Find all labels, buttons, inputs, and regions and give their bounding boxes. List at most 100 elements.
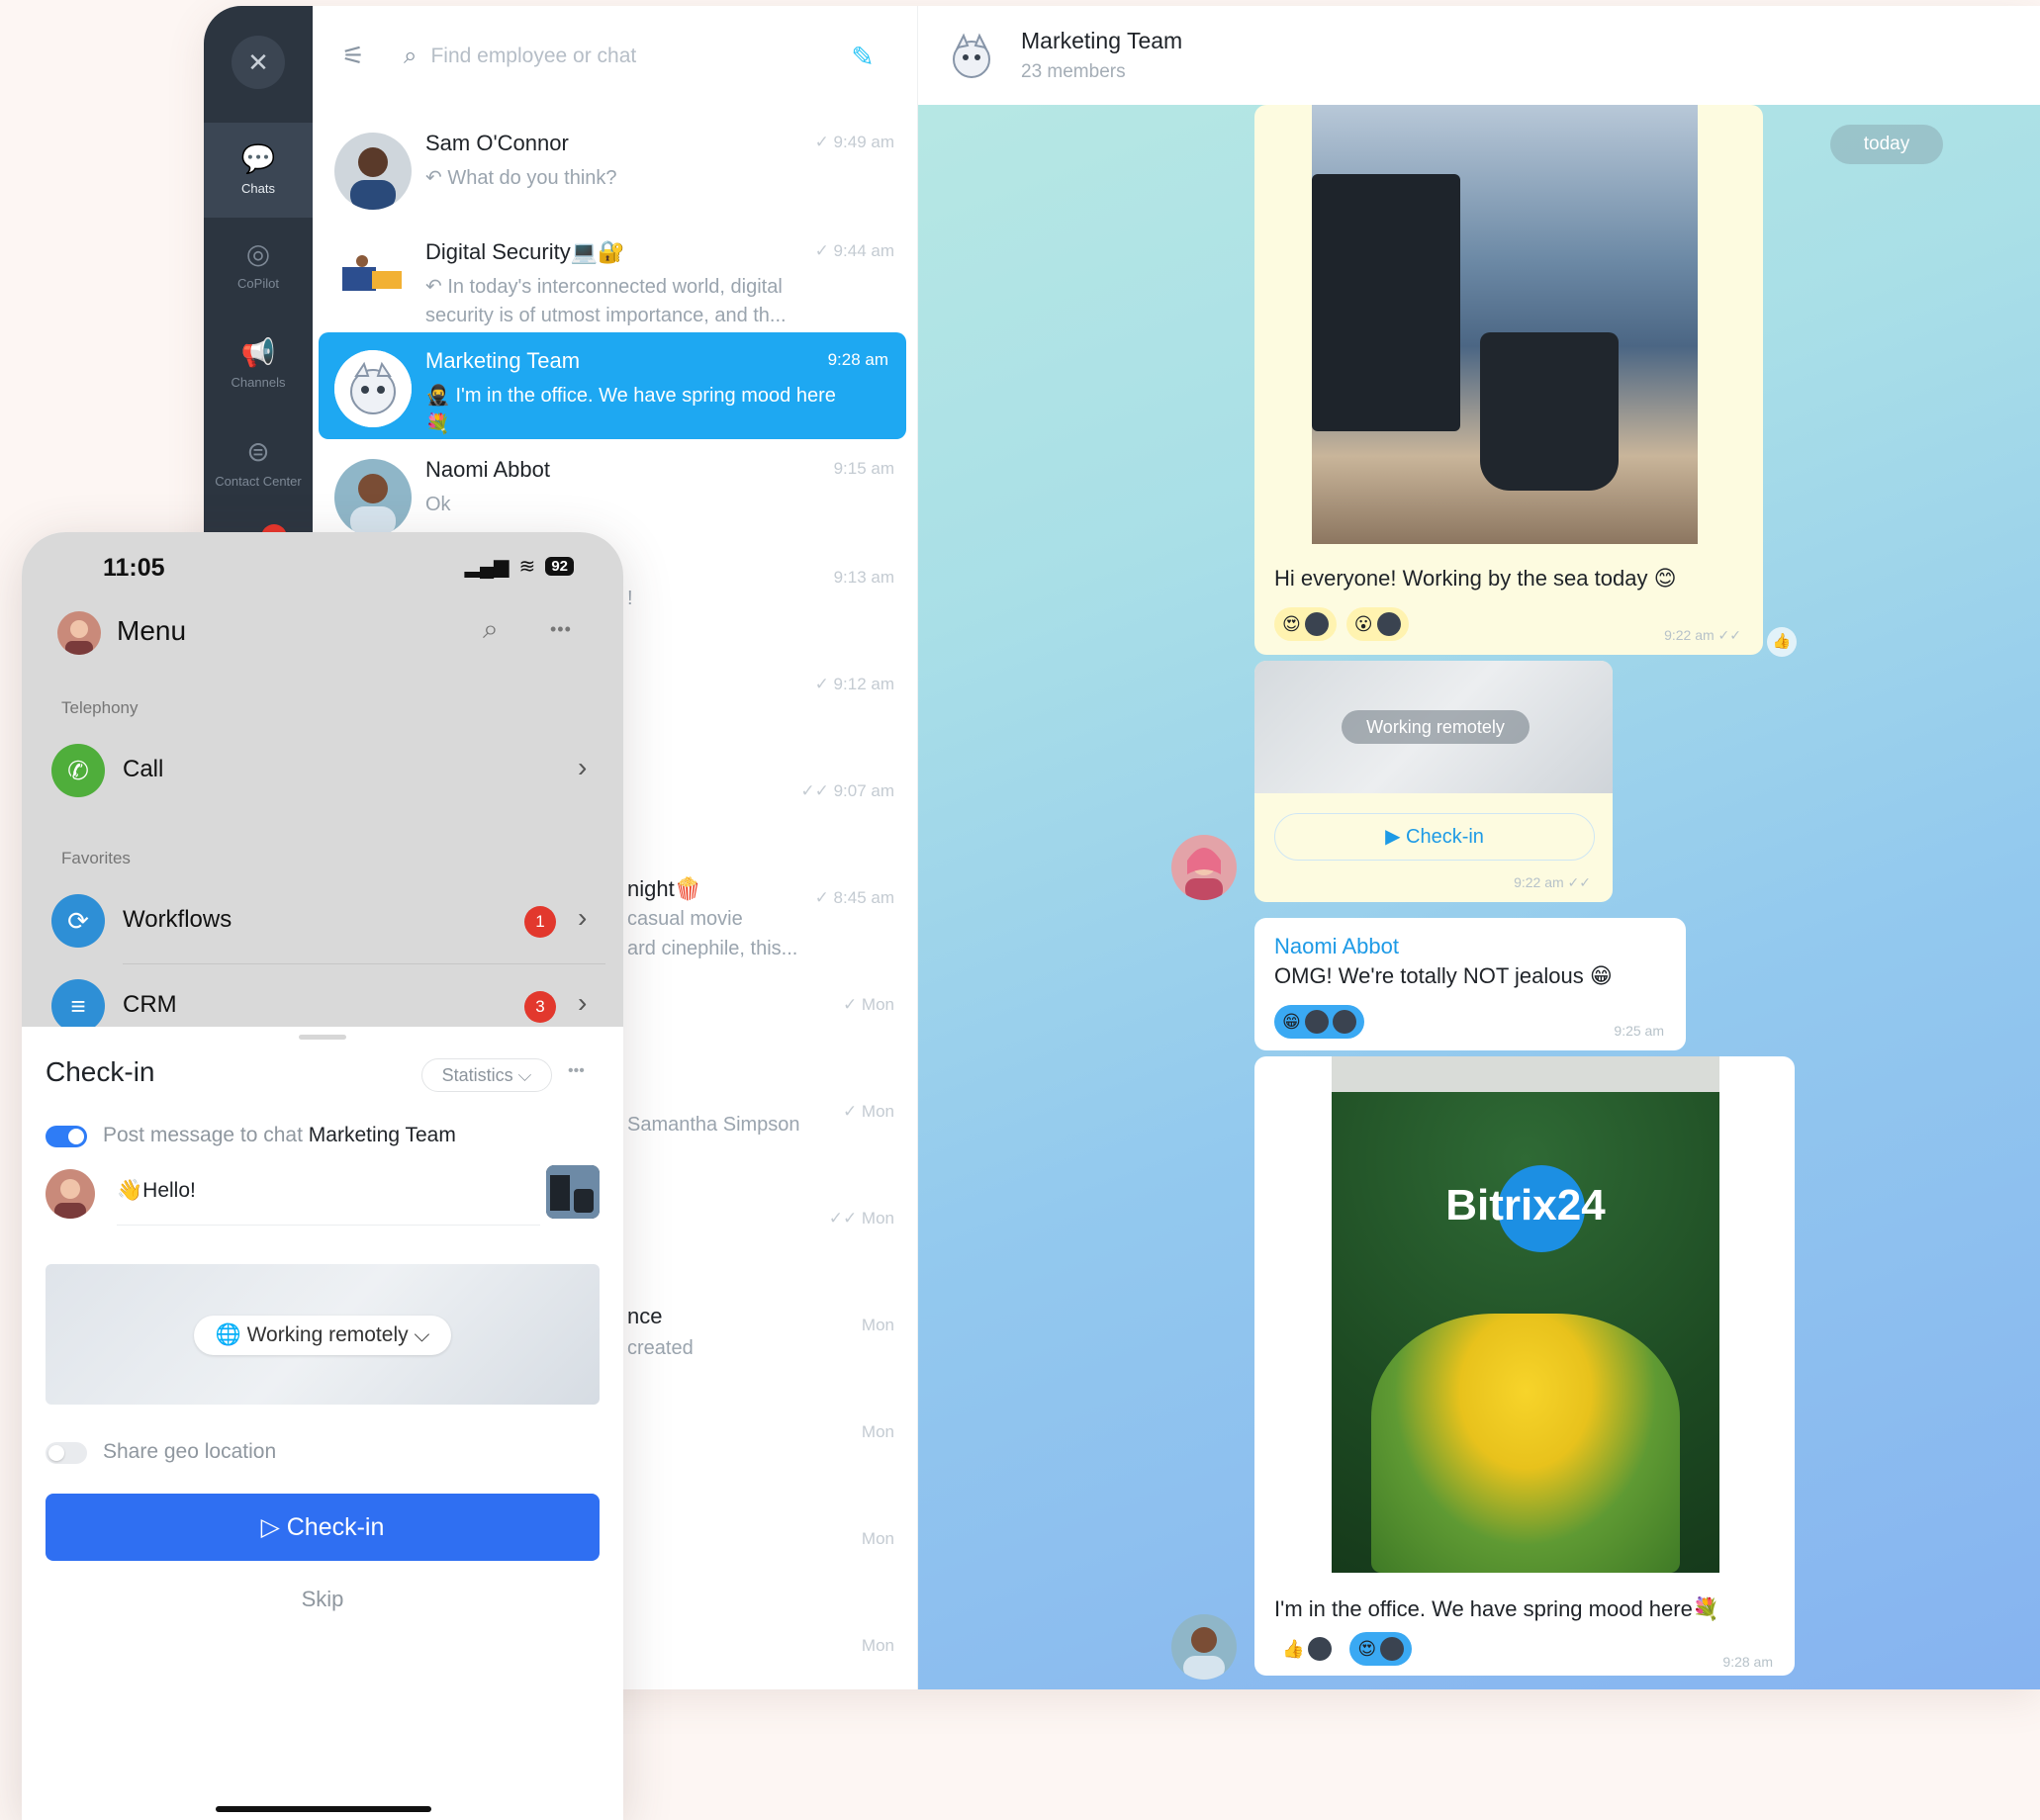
more-icon[interactable]: ••• xyxy=(550,619,572,640)
chat-time: Mon xyxy=(861,1422,894,1441)
chat-row-active[interactable]: Marketing Team 🥷 I'm in the office. We h… xyxy=(319,332,906,439)
chat-header: Marketing Team 23 members xyxy=(918,6,2040,105)
chat-time: ✓ 9:49 am xyxy=(814,133,894,151)
count-badge: 1 xyxy=(524,906,556,938)
chat-preview: ard cinephile, this... xyxy=(627,938,798,959)
message-author[interactable]: Naomi Abbot xyxy=(1274,934,1399,959)
workflows-icon: ⟳ xyxy=(51,894,105,948)
chat-title: Marketing Team xyxy=(425,348,581,373)
statistics-button[interactable]: Statistics ⌵ xyxy=(421,1058,552,1092)
close-button[interactable]: ✕ xyxy=(232,36,285,89)
rail-label: Chats xyxy=(241,180,275,196)
reaction-chip[interactable]: 👍 xyxy=(1274,1632,1341,1666)
avatar[interactable] xyxy=(1171,1614,1237,1680)
chevron-right-icon: › xyxy=(578,752,588,782)
avatar xyxy=(1380,1637,1405,1661)
chat-preview: 🥷 I'm in the office. We have spring mood… xyxy=(425,385,836,435)
close-icon: ✕ xyxy=(247,46,269,77)
status-time: 11:05 xyxy=(103,554,165,582)
section-favorites: Favorites xyxy=(61,849,131,867)
chats-icon: 💬 xyxy=(240,142,276,174)
rail-item-chats[interactable]: 💬 Chats xyxy=(204,123,313,218)
photo-attachment[interactable] xyxy=(1312,105,1698,544)
sheet-title: Check-in xyxy=(46,1056,155,1087)
chat-time: 9:13 am xyxy=(833,568,894,587)
rail-item-contact-center[interactable]: ⊜ Contact Center xyxy=(204,415,313,510)
member-count[interactable]: 23 members xyxy=(1021,61,1126,83)
avatar[interactable] xyxy=(1171,835,1237,900)
photo-thumbnail[interactable] xyxy=(546,1165,600,1219)
avatar xyxy=(1376,612,1401,636)
avatar xyxy=(1304,612,1329,636)
chat-row[interactable]: Digital Security💻🔐 ↶ In today's intercon… xyxy=(313,224,912,330)
map-preview: 🌐 Working remotely ⌵ xyxy=(46,1264,600,1405)
chat-row[interactable]: Sam O'Connor ↶ What do you think? ✓ 9:49… xyxy=(313,115,912,222)
chat-preview: ↶ What do you think? xyxy=(425,167,617,189)
more-icon[interactable]: ••• xyxy=(568,1062,585,1080)
menu-screen: 11:05 ▂▄▆ ≋ 92 Menu ⌕ ••• Telephony ✆ Ca… xyxy=(22,532,623,1033)
phone-frame: 11:05 ▂▄▆ ≋ 92 Menu ⌕ ••• Telephony ✆ Ca… xyxy=(22,532,623,1820)
post-message-toggle[interactable] xyxy=(46,1126,87,1147)
sheet-grabber[interactable] xyxy=(299,1035,346,1040)
group-avatar[interactable] xyxy=(942,26,1001,85)
reaction-emoji: 👍 xyxy=(1282,1638,1305,1659)
checkin-sheet: Check-in Statistics ⌵ ••• Post message t… xyxy=(22,1027,623,1820)
status-icons: ▂▄▆ ≋ 92 xyxy=(465,554,574,579)
rail-item-copilot[interactable]: ◎ CoPilot xyxy=(204,218,313,313)
reactions: 😁 xyxy=(1274,1005,1364,1039)
avatar xyxy=(1308,1637,1333,1661)
reaction-chip[interactable]: 😁 xyxy=(1274,1005,1364,1039)
chat-panel: Marketing Team 23 members today ••• Hi e… xyxy=(918,6,2040,1689)
message-bubble[interactable]: Working remotely ▶ Check-in 9:22 am ✓✓ xyxy=(1254,661,1613,902)
message-input[interactable]: 👋Hello! xyxy=(117,1179,196,1203)
search-input[interactable] xyxy=(430,45,728,68)
battery-icon: 92 xyxy=(545,557,574,576)
avatar xyxy=(334,459,412,536)
chat-preview: Samantha Simpson xyxy=(627,1114,800,1136)
chat-preview: ! xyxy=(627,588,633,609)
laptop-graphic xyxy=(1312,174,1460,431)
signal-icon: ▂▄▆ xyxy=(464,556,510,578)
section-telephony: Telephony xyxy=(61,698,139,717)
message-time: 9:25 am xyxy=(1614,1023,1664,1039)
message-bubble[interactable]: Naomi Abbot OMG! We're totally NOT jealo… xyxy=(1254,918,1686,1050)
message-bubble[interactable]: Hi everyone! Working by the sea today 😊 … xyxy=(1254,105,1763,655)
message-time: 9:28 am xyxy=(1722,1654,1773,1670)
avatar xyxy=(46,1169,95,1219)
work-status-dropdown[interactable]: 🌐 Working remotely ⌵ xyxy=(194,1316,451,1355)
compose-icon[interactable]: ✎ xyxy=(847,42,879,73)
rail-label: CoPilot xyxy=(237,275,279,291)
geo-label: Share geo location xyxy=(103,1440,277,1463)
checkin-button[interactable]: ▶ Check-in xyxy=(1274,813,1595,861)
tulips-graphic xyxy=(1371,1314,1680,1573)
reactions: 😍 😮 xyxy=(1274,607,1409,641)
post-prefix: Post message to chat xyxy=(103,1124,303,1146)
menu-item-workflows[interactable]: ⟳ Workflows 1 › xyxy=(51,884,605,956)
search-icon[interactable]: ⌕ xyxy=(483,613,499,646)
wifi-icon: ≋ xyxy=(518,556,536,578)
like-icon[interactable]: 👍 xyxy=(1767,627,1797,657)
menu-item-call[interactable]: ✆ Call › xyxy=(51,734,605,805)
reaction-chip[interactable]: 😍 xyxy=(1349,1632,1413,1666)
chevron-right-icon: › xyxy=(578,987,588,1018)
reaction-chip[interactable]: 😮 xyxy=(1345,607,1409,641)
logo-text: Bitrix24 xyxy=(1445,1181,1606,1229)
reaction-chip[interactable]: 😍 xyxy=(1274,607,1337,641)
reaction-emoji: 😁 xyxy=(1282,1011,1301,1032)
rail-item-channels[interactable]: 📢 Channels xyxy=(204,317,313,411)
geo-toggle[interactable] xyxy=(46,1442,87,1464)
chat-preview: Ok xyxy=(425,494,451,515)
skip-button[interactable]: Skip xyxy=(22,1587,623,1612)
menu-item-label: Call xyxy=(123,756,164,782)
photo-attachment[interactable]: Bitrix24 xyxy=(1332,1056,1719,1573)
filter-icon[interactable]: ⚟ xyxy=(336,40,370,71)
checkin-button[interactable]: ▷ Check-in xyxy=(46,1494,600,1561)
rail-label: Contact Center xyxy=(215,473,302,489)
chat-title[interactable]: Marketing Team xyxy=(1021,28,1182,54)
message-bubble[interactable]: Bitrix24 I'm in the office. We have spri… xyxy=(1254,1056,1795,1676)
message-time: 9:22 am ✓✓ xyxy=(1664,627,1741,643)
chat-list-header: ⚟ ⌕ ✎ xyxy=(313,6,918,105)
avatar[interactable] xyxy=(57,611,101,655)
chat-time: Mon xyxy=(861,1529,894,1548)
count-badge: 3 xyxy=(524,991,556,1023)
